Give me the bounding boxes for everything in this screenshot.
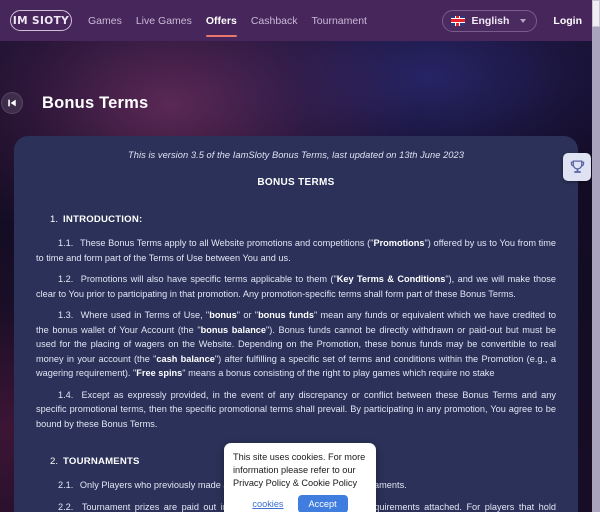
page-scrollbar-thumb[interactable] (592, 0, 600, 27)
nav-item-live-games[interactable]: Live Games (136, 0, 192, 41)
nav-item-tournament[interactable]: Tournament (312, 0, 367, 41)
nav-item-offers[interactable]: Offers (205, 0, 237, 41)
page-scrollbar-track[interactable] (592, 0, 600, 512)
section-title: TOURNAMENTS (63, 456, 140, 468)
clause-paragraph: 1.3. Where used in Terms of Use, "bonus"… (36, 308, 556, 381)
clause-text: " means a bonus consisting of the right … (182, 368, 495, 379)
page-header: Bonus Terms (0, 92, 148, 114)
trophy-tab-button[interactable] (563, 153, 591, 181)
section-title: INTRODUCTION: (63, 214, 143, 225)
clause-number: 1.4. (58, 389, 78, 400)
clause-emphasis: cash balance (156, 353, 215, 364)
language-label: English (471, 14, 510, 27)
clause-number: 2.1. (58, 480, 76, 491)
clause-emphasis: Promotions (373, 238, 425, 248)
version-notice: This is version 3.5 of the IamSloty Bonu… (128, 150, 464, 160)
section-heading: 1. INTRODUCTION: (36, 214, 556, 225)
nav-item-games[interactable]: Games (88, 0, 122, 41)
clause-emphasis: Free spins (136, 368, 183, 379)
cookie-banner-text: This site uses cookies. For more informa… (233, 452, 366, 489)
clause-text: Promotions will also have specific terms… (80, 274, 337, 285)
clause-number: 1.2. (58, 274, 77, 285)
cookie-consent-banner: This site uses cookies. For more informa… (224, 443, 376, 512)
clause-number: 1.3. (58, 310, 77, 321)
clause-paragraph: 1.4. Except as expressly provided, in th… (36, 388, 556, 432)
clause-number: 2.2. (58, 501, 78, 512)
chevron-down-icon (520, 18, 527, 23)
clause-text: These Bonus Terms apply to all Website p… (79, 238, 374, 248)
clause-text: " or " (236, 310, 259, 321)
section-number: 2. (50, 456, 59, 468)
skip-back-icon (8, 99, 16, 107)
back-button[interactable] (1, 92, 23, 114)
clause-emphasis: bonus balance (200, 324, 267, 335)
accept-cookies-button[interactable]: Accept (297, 495, 348, 512)
site-logo-text: IM SIOTY (12, 14, 70, 27)
primary-nav-links: Games Live Games Offers Cashback Tournam… (88, 0, 367, 41)
page-title: Bonus Terms (42, 93, 149, 112)
document-title: BONUS TERMS (257, 177, 335, 188)
cookies-policy-link[interactable]: cookies (252, 499, 283, 509)
clause-emphasis: Key Terms & Conditions (336, 274, 446, 285)
nav-item-cashback[interactable]: Cashback (251, 0, 298, 41)
clause-emphasis: bonus (209, 310, 237, 321)
nav-right-group: English Login (441, 9, 582, 32)
site-logo[interactable]: IM SIOTY (10, 10, 72, 31)
language-selector[interactable]: English (441, 9, 538, 32)
clause-number: 1.1. (58, 238, 76, 248)
trophy-icon (570, 159, 584, 173)
clause-emphasis: bonus funds (258, 310, 314, 321)
clause-paragraph: 1.1. These Bonus Terms apply to all Webs… (36, 236, 556, 265)
app-root: IM SIOTY Games Live Games Offers Cashbac… (0, 0, 600, 512)
login-button[interactable]: Login (553, 15, 582, 27)
cookie-banner-actions: cookies Accept (233, 495, 367, 512)
top-navigation-bar: IM SIOTY Games Live Games Offers Cashbac… (0, 0, 592, 41)
clause-paragraph: 1.2. Promotions will also have specific … (36, 272, 556, 301)
section-number: 1. (50, 214, 59, 225)
clause-text: Except as expressly provided, in the eve… (36, 389, 556, 429)
uk-flag-icon (450, 15, 465, 26)
clause-text: Where used in Terms of Use, " (80, 310, 210, 321)
